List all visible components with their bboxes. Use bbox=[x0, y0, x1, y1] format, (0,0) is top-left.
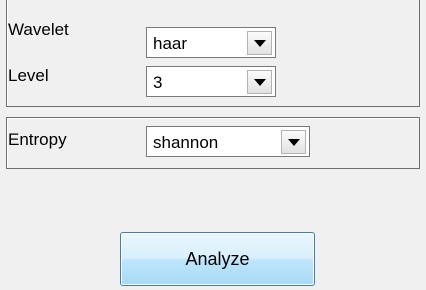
wavelet-select-value: haar bbox=[153, 34, 188, 53]
level-dropdown-button[interactable] bbox=[247, 70, 272, 94]
chevron-down-icon bbox=[254, 40, 266, 47]
level-select-value: 3 bbox=[153, 73, 163, 92]
level-select[interactable]: 3 bbox=[146, 66, 276, 97]
wavelet-label: Wavelet bbox=[8, 20, 69, 39]
entropy-select-value: shannon bbox=[153, 133, 219, 152]
wavelet-select[interactable]: haar bbox=[146, 27, 276, 58]
entropy-select[interactable]: shannon bbox=[146, 126, 310, 157]
analyze-button[interactable]: Analyze bbox=[120, 232, 315, 286]
chevron-down-icon bbox=[254, 79, 266, 86]
entropy-dropdown-button[interactable] bbox=[281, 130, 306, 154]
wavelet-dropdown-button[interactable] bbox=[247, 31, 272, 55]
level-label: Level bbox=[8, 66, 49, 85]
chevron-down-icon bbox=[288, 139, 300, 146]
entropy-label: Entropy bbox=[8, 130, 67, 149]
